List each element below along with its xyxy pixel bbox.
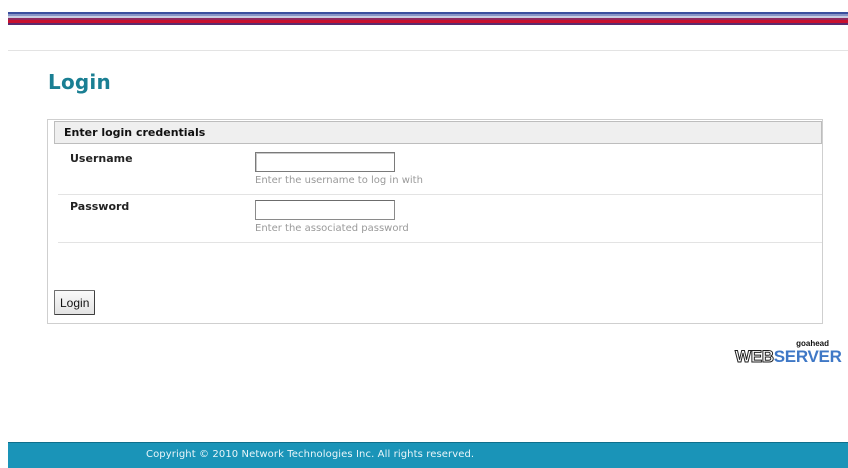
header-stripes-icon: [8, 12, 848, 25]
password-input[interactable]: [255, 200, 395, 220]
login-button[interactable]: Login: [54, 290, 96, 315]
header-divider: [8, 50, 848, 51]
username-label: Username: [70, 152, 133, 165]
password-row: Password Enter the associated password: [58, 194, 822, 243]
password-hint: Enter the associated password: [255, 223, 409, 234]
panel-header: Enter login credentials: [54, 121, 822, 144]
goahead-webserver-logo: goahead WEBSERVER: [733, 339, 848, 370]
username-row: Username Enter the username to log in wi…: [58, 146, 822, 195]
footer: Copyright © 2010 Network Technologies In…: [8, 442, 848, 468]
password-label: Password: [70, 200, 130, 213]
logo-web-text: WEB: [735, 347, 775, 367]
login-panel: Enter login credentials Username Enter t…: [47, 119, 823, 324]
page-title: Login: [48, 70, 111, 94]
logo-server-text: SERVER: [773, 347, 842, 366]
logo-main-text: WEBSERVER: [735, 347, 842, 367]
footer-copyright: Copyright © 2010 Network Technologies In…: [146, 449, 475, 460]
username-hint: Enter the username to log in with: [255, 175, 423, 186]
header-decoration: [8, 0, 848, 52]
username-input[interactable]: [255, 152, 395, 172]
